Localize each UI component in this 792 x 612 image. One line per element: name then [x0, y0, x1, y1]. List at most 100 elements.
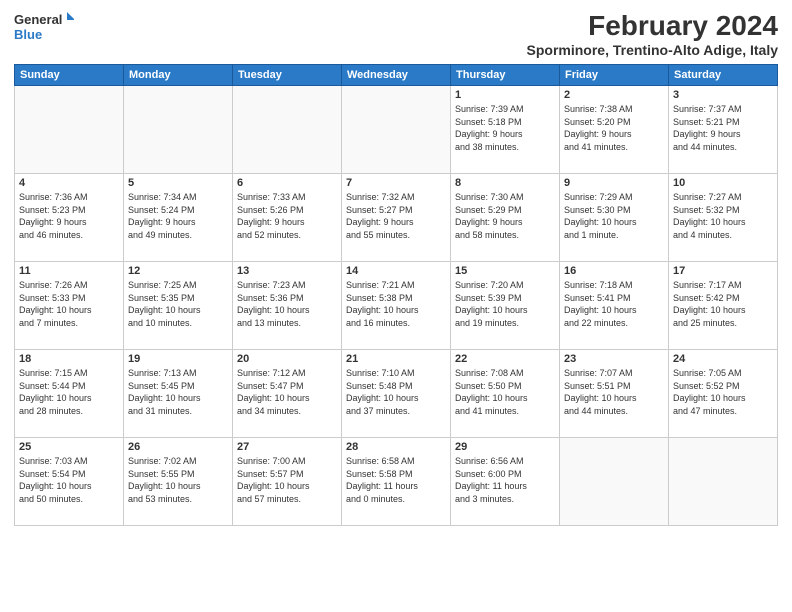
calendar-day-cell: 27Sunrise: 7:00 AM Sunset: 5:57 PM Dayli…	[233, 438, 342, 526]
day-number: 28	[346, 441, 446, 453]
day-number: 5	[128, 177, 228, 189]
calendar-day-cell: 6 Sunrise: 7:33 AM Sunset: 5:26 PM Daylig…	[233, 174, 342, 262]
day-info: Sunrise: 7:38 AM Sunset: 5:20 PM Dayligh…	[564, 103, 664, 153]
day-number: 23	[564, 353, 664, 365]
day-number: 7	[346, 177, 446, 189]
day-number: 17	[673, 265, 773, 277]
calendar-day-cell: 4 Sunrise: 7:36 AM Sunset: 5:23 PM Daylig…	[15, 174, 124, 262]
day-info: Sunrise: 7:39 AM Sunset: 5:18 PM Dayligh…	[455, 103, 555, 153]
calendar-day-cell: 8Sunrise: 7:30 AM Sunset: 5:29 PM Daylig…	[451, 174, 560, 262]
calendar-day-header: Thursday	[451, 65, 560, 86]
calendar-week-row: 4 Sunrise: 7:36 AM Sunset: 5:23 PM Daylig…	[15, 174, 778, 262]
calendar-week-row: 18Sunrise: 7:15 AM Sunset: 5:44 PM Dayli…	[15, 350, 778, 438]
calendar-day-cell	[560, 438, 669, 526]
day-number: 22	[455, 353, 555, 365]
header: General Blue February 2024 Sporminore, T…	[14, 10, 778, 58]
day-number: 18	[19, 353, 119, 365]
day-number: 19	[128, 353, 228, 365]
calendar-day-cell	[233, 86, 342, 174]
day-number: 24	[673, 353, 773, 365]
calendar-day-cell: 5 Sunrise: 7:34 AM Sunset: 5:24 PM Daylig…	[124, 174, 233, 262]
calendar-day-cell: 17 Sunrise: 7:17 AM Sunset: 5:42 PM Dayli…	[669, 262, 778, 350]
calendar-week-row: 11Sunrise: 7:26 AM Sunset: 5:33 PM Dayli…	[15, 262, 778, 350]
day-info: Sunrise: 7:07 AM Sunset: 5:51 PM Dayligh…	[564, 367, 664, 417]
day-info: Sunrise: 7:20 AM Sunset: 5:39 PM Dayligh…	[455, 279, 555, 329]
svg-text:Blue: Blue	[14, 27, 42, 42]
calendar-day-cell: 7 Sunrise: 7:32 AM Sunset: 5:27 PM Daylig…	[342, 174, 451, 262]
calendar-day-cell: 1 Sunrise: 7:39 AM Sunset: 5:18 PM Daylig…	[451, 86, 560, 174]
day-info: Sunrise: 6:56 AM Sunset: 6:00 PM Dayligh…	[455, 455, 555, 505]
day-info: Sunrise: 7:32 AM Sunset: 5:27 PM Dayligh…	[346, 191, 446, 241]
day-number: 20	[237, 353, 337, 365]
day-number: 15	[455, 265, 555, 277]
day-info: Sunrise: 7:05 AM Sunset: 5:52 PM Dayligh…	[673, 367, 773, 417]
calendar-day-cell: 19 Sunrise: 7:13 AM Sunset: 5:45 PM Dayli…	[124, 350, 233, 438]
day-info: Sunrise: 7:34 AM Sunset: 5:24 PM Dayligh…	[128, 191, 228, 241]
day-number: 25	[19, 441, 119, 453]
day-info: Sunrise: 7:23 AM Sunset: 5:36 PM Dayligh…	[237, 279, 337, 329]
calendar-day-cell	[342, 86, 451, 174]
calendar-day-cell: 29 Sunrise: 6:56 AM Sunset: 6:00 PM Dayli…	[451, 438, 560, 526]
calendar-day-cell: 16 Sunrise: 7:18 AM Sunset: 5:41 PM Dayli…	[560, 262, 669, 350]
day-number: 11	[19, 265, 119, 277]
day-info: Sunrise: 7:02 AM Sunset: 5:55 PM Dayligh…	[128, 455, 228, 505]
day-info: Sunrise: 7:25 AM Sunset: 5:35 PM Dayligh…	[128, 279, 228, 329]
day-info: Sunrise: 7:17 AM Sunset: 5:42 PM Dayligh…	[673, 279, 773, 329]
day-info: Sunrise: 7:13 AM Sunset: 5:45 PM Dayligh…	[128, 367, 228, 417]
day-number: 26	[128, 441, 228, 453]
day-info: Sunrise: 7:08 AM Sunset: 5:50 PM Dayligh…	[455, 367, 555, 417]
day-info: Sunrise: 7:18 AM Sunset: 5:41 PM Dayligh…	[564, 279, 664, 329]
subtitle: Sporminore, Trentino-Alto Adige, Italy	[527, 42, 779, 58]
calendar-day-cell: 26 Sunrise: 7:02 AM Sunset: 5:55 PM Dayli…	[124, 438, 233, 526]
day-number: 12	[128, 265, 228, 277]
calendar-day-cell: 20 Sunrise: 7:12 AM Sunset: 5:47 PM Dayli…	[233, 350, 342, 438]
calendar-day-cell: 18Sunrise: 7:15 AM Sunset: 5:44 PM Dayli…	[15, 350, 124, 438]
page: General Blue February 2024 Sporminore, T…	[0, 0, 792, 612]
calendar-day-cell: 22 Sunrise: 7:08 AM Sunset: 5:50 PM Dayli…	[451, 350, 560, 438]
calendar-day-header: Monday	[124, 65, 233, 86]
calendar-day-header: Saturday	[669, 65, 778, 86]
day-info: Sunrise: 7:36 AM Sunset: 5:23 PM Dayligh…	[19, 191, 119, 241]
svg-text:General: General	[14, 12, 62, 27]
day-info: Sunrise: 6:58 AM Sunset: 5:58 PM Dayligh…	[346, 455, 446, 505]
calendar-week-row: 1 Sunrise: 7:39 AM Sunset: 5:18 PM Daylig…	[15, 86, 778, 174]
calendar-day-cell: 28 Sunrise: 6:58 AM Sunset: 5:58 PM Dayli…	[342, 438, 451, 526]
title-section: February 2024 Sporminore, Trentino-Alto …	[527, 10, 779, 58]
day-info: Sunrise: 7:30 AM Sunset: 5:29 PM Dayligh…	[455, 191, 555, 241]
calendar-day-cell: 2 Sunrise: 7:38 AM Sunset: 5:20 PM Daylig…	[560, 86, 669, 174]
calendar-day-cell	[15, 86, 124, 174]
day-info: Sunrise: 7:33 AM Sunset: 5:26 PM Dayligh…	[237, 191, 337, 241]
day-number: 16	[564, 265, 664, 277]
calendar-day-cell: 21Sunrise: 7:10 AM Sunset: 5:48 PM Dayli…	[342, 350, 451, 438]
day-number: 3	[673, 89, 773, 101]
calendar-day-cell: 14 Sunrise: 7:21 AM Sunset: 5:38 PM Dayli…	[342, 262, 451, 350]
calendar-day-cell: 15 Sunrise: 7:20 AM Sunset: 5:39 PM Dayli…	[451, 262, 560, 350]
day-info: Sunrise: 7:12 AM Sunset: 5:47 PM Dayligh…	[237, 367, 337, 417]
day-number: 14	[346, 265, 446, 277]
day-number: 6	[237, 177, 337, 189]
day-number: 21	[346, 353, 446, 365]
calendar-day-cell: 12 Sunrise: 7:25 AM Sunset: 5:35 PM Dayli…	[124, 262, 233, 350]
calendar-header-row: SundayMondayTuesdayWednesdayThursdayFrid…	[15, 65, 778, 86]
day-info: Sunrise: 7:29 AM Sunset: 5:30 PM Dayligh…	[564, 191, 664, 241]
day-info: Sunrise: 7:27 AM Sunset: 5:32 PM Dayligh…	[673, 191, 773, 241]
day-number: 9	[564, 177, 664, 189]
calendar-day-cell	[124, 86, 233, 174]
day-number: 4	[19, 177, 119, 189]
logo-svg: General Blue	[14, 10, 74, 44]
calendar: SundayMondayTuesdayWednesdayThursdayFrid…	[14, 64, 778, 526]
calendar-day-cell: 13 Sunrise: 7:23 AM Sunset: 5:36 PM Dayli…	[233, 262, 342, 350]
day-number: 29	[455, 441, 555, 453]
calendar-day-cell: 24 Sunrise: 7:05 AM Sunset: 5:52 PM Dayli…	[669, 350, 778, 438]
main-title: February 2024	[527, 10, 779, 42]
day-number: 13	[237, 265, 337, 277]
calendar-day-header: Tuesday	[233, 65, 342, 86]
day-info: Sunrise: 7:21 AM Sunset: 5:38 PM Dayligh…	[346, 279, 446, 329]
calendar-day-cell: 3Sunrise: 7:37 AM Sunset: 5:21 PM Daylig…	[669, 86, 778, 174]
day-number: 2	[564, 89, 664, 101]
day-info: Sunrise: 7:03 AM Sunset: 5:54 PM Dayligh…	[19, 455, 119, 505]
day-number: 27	[237, 441, 337, 453]
calendar-day-cell	[669, 438, 778, 526]
day-number: 1	[455, 89, 555, 101]
calendar-day-header: Sunday	[15, 65, 124, 86]
